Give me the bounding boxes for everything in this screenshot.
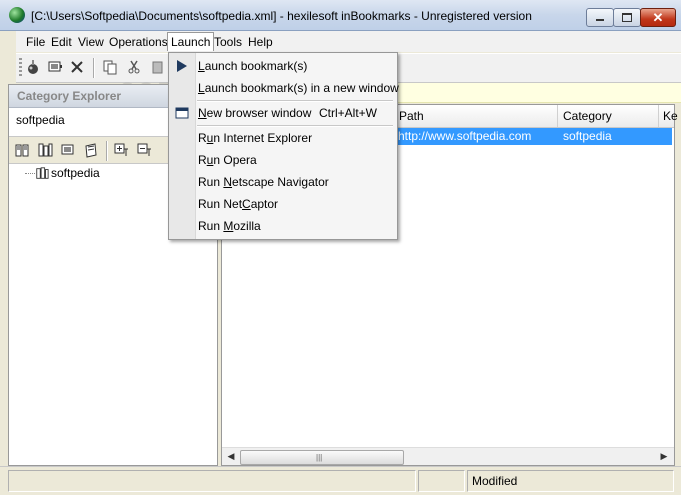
close-button[interactable]: ✕ — [640, 8, 676, 27]
column-path[interactable]: Path — [394, 105, 558, 127]
shortcut-new-browser-window: Ctrl+Alt+W — [319, 106, 378, 120]
menu-edit[interactable]: Edit — [51, 35, 72, 49]
horizontal-scrollbar[interactable]: ◀ ||| ▶ — [222, 447, 674, 465]
scroll-right-icon[interactable]: ▶ — [657, 450, 671, 463]
window-title: [C:\Users\Softpedia\Documents\softpedia.… — [31, 9, 532, 23]
app-window: [C:\Users\Softpedia\Documents\softpedia.… — [0, 0, 681, 495]
title-bar: [C:\Users\Softpedia\Documents\softpedia.… — [0, 0, 681, 31]
category-explorer-title: Category Explorer — [17, 89, 122, 103]
close-icon: ✕ — [652, 10, 664, 25]
browser-window-icon — [175, 107, 189, 119]
menu-item-launch-new-window[interactable]: Launch bookmark(s) in a new window — [198, 81, 399, 95]
app-globe-icon[interactable] — [9, 7, 25, 23]
launch-menu: Launch bookmark(s) Launch bookmark(s) in… — [168, 52, 399, 240]
menu-item-run-netscape[interactable]: Run Netscape Navigator — [198, 175, 329, 189]
delete-icon[interactable] — [69, 59, 85, 75]
cut-icon[interactable] — [126, 59, 142, 75]
scroll-left-icon[interactable]: ◀ — [224, 450, 238, 463]
menu-item-run-netcaptor[interactable]: Run NetCaptor — [198, 197, 278, 211]
info-strip — [396, 83, 681, 103]
menu-operations[interactable]: Operations — [109, 35, 168, 49]
scroll-thumb[interactable]: ||| — [240, 450, 404, 465]
menu-tools[interactable]: Tools — [214, 35, 242, 49]
menu-view[interactable]: View — [78, 35, 104, 49]
status-pane-mid — [418, 470, 465, 492]
menu-item-run-internet-explorer[interactable]: Run Internet Explorer — [198, 131, 312, 145]
scroll-thumb-grip: ||| — [316, 453, 323, 462]
minimize-icon — [596, 19, 604, 21]
column-keywords[interactable]: Ke — [658, 105, 681, 127]
run-icon[interactable] — [25, 59, 41, 75]
category-folder-icon — [36, 167, 49, 179]
status-bar: Modified — [0, 466, 681, 495]
category-stack-icon[interactable] — [83, 142, 99, 158]
maximize-icon — [622, 13, 632, 22]
menu-icon-strip — [169, 53, 196, 239]
menu-item-launch-bookmarks[interactable]: Launch bookmark(s) — [198, 59, 307, 73]
tree-connector — [25, 173, 35, 175]
menu-separator — [197, 100, 393, 102]
menu-separator — [197, 125, 393, 127]
toolbar-separator — [93, 58, 95, 78]
menu-bar: File Edit View Operations Launch Tools H… — [16, 31, 681, 52]
tree-item-softpedia[interactable]: softpedia — [51, 166, 100, 180]
row-category: softpedia — [563, 129, 612, 143]
category-books-icon[interactable] — [37, 142, 53, 158]
expand-icon[interactable] — [113, 142, 129, 158]
category-properties-icon[interactable] — [60, 142, 76, 158]
collapse-icon[interactable] — [136, 142, 152, 158]
paste-icon[interactable] — [150, 59, 166, 75]
status-state: Modified — [472, 474, 518, 488]
row-path: http://www.softpedia.com — [398, 129, 532, 143]
copy-icon[interactable] — [102, 59, 118, 75]
play-icon — [177, 60, 187, 72]
toolbar-grip[interactable] — [19, 58, 22, 78]
menu-file[interactable]: File — [26, 35, 45, 49]
menu-item-run-opera[interactable]: Run Opera — [198, 153, 257, 167]
category-book-icon[interactable] — [14, 142, 30, 158]
properties-icon[interactable] — [47, 59, 63, 75]
maximize-button[interactable] — [613, 8, 641, 27]
menu-help[interactable]: Help — [248, 35, 273, 49]
menu-item-run-mozilla[interactable]: Run Mozilla — [198, 219, 261, 233]
minimize-button[interactable] — [586, 8, 614, 27]
column-category[interactable]: Category — [558, 105, 659, 127]
menu-launch[interactable]: Launch — [167, 32, 215, 51]
menu-item-new-browser-window[interactable]: New browser window — [198, 106, 311, 120]
category-toolbar-separator — [106, 141, 108, 161]
status-pane-main — [8, 470, 416, 492]
